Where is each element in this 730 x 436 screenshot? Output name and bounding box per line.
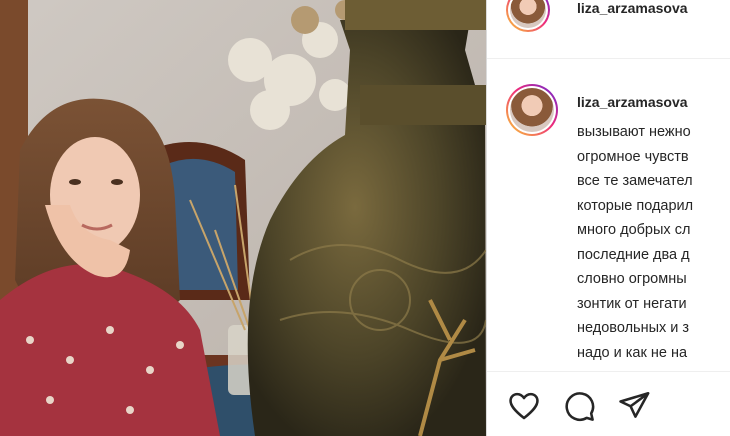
heart-icon[interactable] — [507, 389, 541, 423]
post-photo[interactable] — [0, 0, 486, 436]
caption-line: словно огромны — [577, 271, 687, 287]
avatar-image — [510, 0, 546, 28]
caption-line: зонтик от негати — [577, 295, 687, 312]
post-header: liza_arzamasova — [487, 0, 730, 59]
caption-line: много добрых сл — [577, 222, 691, 238]
caption-line: последние два д — [577, 246, 690, 263]
caption-line: все те замечател — [577, 173, 693, 189]
caption-line: вызывают нежно — [577, 124, 691, 140]
header-avatar[interactable] — [506, 0, 550, 32]
avatar-image — [510, 88, 554, 132]
comment-icon[interactable] — [562, 389, 596, 423]
post-side-panel: liza_arzamasova liza_arzamasova вызывают… — [487, 0, 730, 436]
post-actions — [487, 371, 730, 436]
caption-line: надо и как не на — [577, 344, 688, 361]
caption-line: огромное чувств — [577, 148, 689, 165]
caption-text: вызывают нежно огромное чувств все те за… — [577, 120, 730, 365]
header-username[interactable]: liza_arzamasova — [577, 0, 688, 16]
caption-line: недовольных и з — [577, 320, 690, 336]
caption-username[interactable]: liza_arzamasova — [577, 94, 688, 110]
caption-line: которые подарил — [577, 197, 694, 214]
paper-plane-icon[interactable] — [617, 389, 651, 423]
caption-avatar[interactable] — [506, 84, 558, 136]
post-photo-image — [0, 0, 486, 436]
